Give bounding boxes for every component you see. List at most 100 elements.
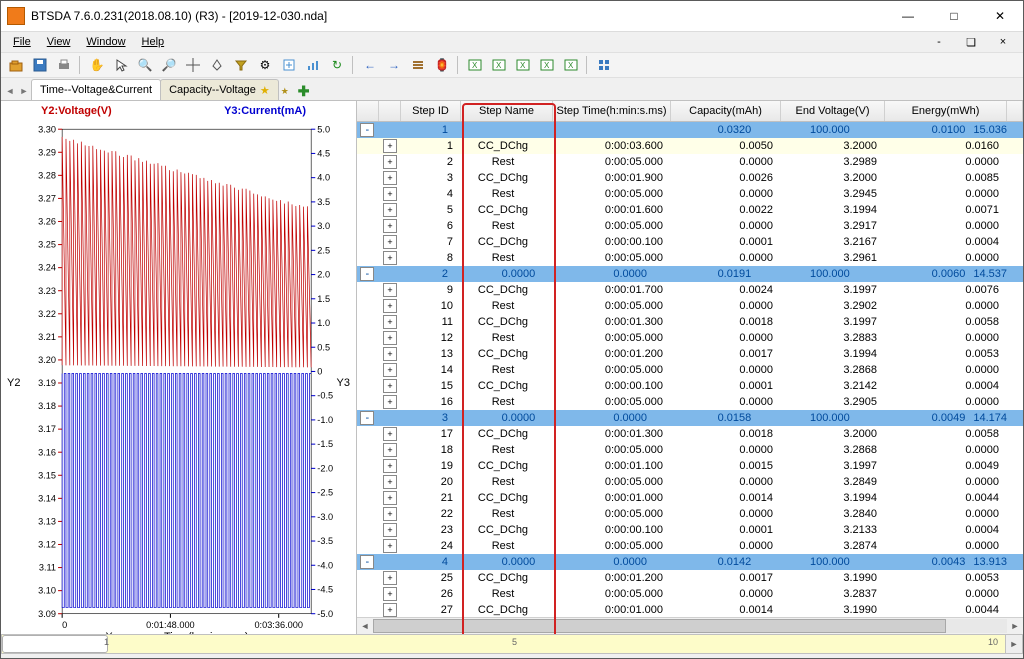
table-row[interactable]: +14Rest0:00:05.0000.00003.28680.0000 bbox=[357, 362, 1023, 378]
scroll-track[interactable] bbox=[373, 619, 1007, 633]
tb-marker-icon[interactable] bbox=[206, 54, 228, 76]
tb-grid-icon[interactable] bbox=[593, 54, 615, 76]
table-row[interactable]: +9CC_DChg0:00:01.7000.00243.19970.0076 bbox=[357, 282, 1023, 298]
menu-window[interactable]: Window bbox=[80, 34, 131, 50]
expand-icon[interactable]: + bbox=[383, 443, 397, 457]
table-row[interactable]: +10Rest0:00:05.0000.00003.29020.0000 bbox=[357, 298, 1023, 314]
table-row[interactable]: +5CC_DChg0:00:01.6000.00223.19940.0071 bbox=[357, 202, 1023, 218]
expand-icon[interactable]: + bbox=[383, 507, 397, 521]
expand-icon[interactable]: + bbox=[383, 587, 397, 601]
tb-back-icon[interactable]: ← bbox=[359, 54, 381, 76]
expand-icon[interactable]: + bbox=[383, 219, 397, 233]
table-row[interactable]: +13CC_DChg0:00:01.2000.00173.19940.0053 bbox=[357, 346, 1023, 362]
col-steptime[interactable]: Step Time(h:min:s.ms) bbox=[553, 101, 671, 121]
mdi-minimize-button[interactable]: - bbox=[925, 34, 953, 51]
ruler-scrollbar[interactable]: 1 5 10 ► bbox=[1, 634, 1023, 654]
collapse-icon[interactable]: - bbox=[360, 123, 374, 137]
tb-pointer-icon[interactable] bbox=[110, 54, 132, 76]
table-row[interactable]: +24Rest0:00:05.0000.00003.28740.0000 bbox=[357, 538, 1023, 554]
expand-icon[interactable]: + bbox=[383, 187, 397, 201]
tb-export-icon[interactable] bbox=[278, 54, 300, 76]
col-stepid[interactable]: Step ID bbox=[401, 101, 461, 121]
expand-icon[interactable]: + bbox=[383, 347, 397, 361]
tab-time-voltage-current[interactable]: Time--Voltage&Current bbox=[31, 79, 161, 100]
table-row[interactable]: +23CC_DChg0:00:00.1000.00013.21330.0004 bbox=[357, 522, 1023, 538]
scroll-thumb[interactable] bbox=[373, 619, 946, 633]
table-row[interactable]: +15CC_DChg0:00:00.1000.00013.21420.0004 bbox=[357, 378, 1023, 394]
chart-area[interactable]: Y2 Y3 3.303.293.283.273.263.253.243.233.… bbox=[5, 121, 352, 634]
grid-hscrollbar[interactable]: ◄ ► bbox=[357, 617, 1023, 634]
table-row[interactable]: -30.00000.00000.0158100.0000.004914.174 bbox=[357, 410, 1023, 426]
tb-open-icon[interactable] bbox=[5, 54, 27, 76]
table-row[interactable]: +21CC_DChg0:00:01.0000.00143.19940.0044 bbox=[357, 490, 1023, 506]
ruler-thumb[interactable] bbox=[2, 635, 108, 653]
collapse-icon[interactable]: - bbox=[360, 555, 374, 569]
expand-icon[interactable]: + bbox=[383, 235, 397, 249]
expand-icon[interactable]: + bbox=[383, 475, 397, 489]
expand-icon[interactable]: + bbox=[383, 203, 397, 217]
menu-view[interactable]: View bbox=[41, 34, 77, 50]
table-row[interactable]: -10.0320100.0000.010015.036 bbox=[357, 122, 1023, 138]
tb-excel3-icon[interactable]: X bbox=[512, 54, 534, 76]
table-row[interactable]: +19CC_DChg0:00:01.1000.00153.19970.0049 bbox=[357, 458, 1023, 474]
table-row[interactable]: +7CC_DChg0:00:00.1000.00013.21670.0004 bbox=[357, 234, 1023, 250]
tb-cross-icon[interactable] bbox=[182, 54, 204, 76]
expand-icon[interactable]: + bbox=[383, 283, 397, 297]
expand-icon[interactable]: + bbox=[383, 539, 397, 553]
tb-zoom-out-icon[interactable]: 🔎 bbox=[158, 54, 180, 76]
expand-icon[interactable]: + bbox=[383, 315, 397, 329]
tab-scroll-left[interactable]: ◄ bbox=[3, 82, 17, 100]
expand-icon[interactable]: + bbox=[383, 603, 397, 617]
minimize-button[interactable]: ― bbox=[885, 1, 931, 31]
tb-excel1-icon[interactable]: X bbox=[464, 54, 486, 76]
expand-icon[interactable]: + bbox=[383, 363, 397, 377]
tab-scroll-right[interactable]: ► bbox=[17, 82, 31, 100]
tb-zoom-in-icon[interactable]: 🔍 bbox=[134, 54, 156, 76]
tb-excel2-icon[interactable]: X bbox=[488, 54, 510, 76]
col-energy[interactable]: Energy(mWh) bbox=[885, 101, 1007, 121]
menu-file[interactable]: File bbox=[7, 34, 37, 50]
col-capacity[interactable]: Capacity(mAh) bbox=[671, 101, 781, 121]
expand-icon[interactable]: + bbox=[383, 459, 397, 473]
expand-icon[interactable]: + bbox=[383, 155, 397, 169]
expand-icon[interactable]: + bbox=[383, 299, 397, 313]
tab-capacity-voltage[interactable]: Capacity--Voltage★ bbox=[160, 79, 279, 100]
expand-icon[interactable]: + bbox=[383, 427, 397, 441]
tb-save-icon[interactable] bbox=[29, 54, 51, 76]
expand-icon[interactable]: + bbox=[383, 379, 397, 393]
tab-add-button[interactable]: ✚ bbox=[298, 83, 310, 100]
tb-print-icon[interactable] bbox=[53, 54, 75, 76]
table-row[interactable]: -20.00000.00000.0191100.0000.006014.537 bbox=[357, 266, 1023, 282]
expand-icon[interactable]: + bbox=[383, 171, 397, 185]
table-row[interactable]: +26Rest0:00:05.0000.00003.28370.0000 bbox=[357, 586, 1023, 602]
tb-excel4-icon[interactable]: X bbox=[536, 54, 558, 76]
col-stepname[interactable]: Step Name bbox=[461, 101, 553, 121]
table-row[interactable]: +6Rest0:00:05.0000.00003.29170.0000 bbox=[357, 218, 1023, 234]
table-row[interactable]: +16Rest0:00:05.0000.00003.29050.0000 bbox=[357, 394, 1023, 410]
collapse-icon[interactable]: - bbox=[360, 267, 374, 281]
tb-filter-icon[interactable] bbox=[230, 54, 252, 76]
menu-help[interactable]: Help bbox=[136, 34, 171, 50]
table-row[interactable]: +11CC_DChg0:00:01.3000.00183.19970.0058 bbox=[357, 314, 1023, 330]
mdi-restore-button[interactable]: ❏ bbox=[957, 34, 985, 51]
table-row[interactable]: +27CC_DChg0:00:01.0000.00143.19900.0044 bbox=[357, 602, 1023, 617]
table-row[interactable]: +2Rest0:00:05.0000.00003.29890.0000 bbox=[357, 154, 1023, 170]
table-row[interactable]: +4Rest0:00:05.0000.00003.29450.0000 bbox=[357, 186, 1023, 202]
tb-settings-icon[interactable]: ⚙ bbox=[254, 54, 276, 76]
expand-icon[interactable]: + bbox=[383, 139, 397, 153]
tb-chart-icon[interactable] bbox=[302, 54, 324, 76]
scroll-left-icon[interactable]: ◄ bbox=[357, 621, 373, 631]
scroll-right-icon[interactable]: ► bbox=[1007, 621, 1023, 631]
tb-excel5-icon[interactable]: X bbox=[560, 54, 582, 76]
table-row[interactable]: +17CC_DChg0:00:01.3000.00183.20000.0058 bbox=[357, 426, 1023, 442]
maximize-button[interactable]: □ bbox=[931, 1, 977, 31]
tb-pin-icon[interactable]: 🏮 bbox=[431, 54, 453, 76]
close-button[interactable]: ✕ bbox=[977, 1, 1023, 31]
expand-icon[interactable]: + bbox=[383, 523, 397, 537]
mdi-close-button[interactable]: × bbox=[989, 34, 1017, 51]
expand-icon[interactable]: + bbox=[383, 571, 397, 585]
col-endvoltage[interactable]: End Voltage(V) bbox=[781, 101, 885, 121]
table-row[interactable]: +1CC_DChg0:00:03.6000.00503.20000.0160 bbox=[357, 138, 1023, 154]
table-row[interactable]: +8Rest0:00:05.0000.00003.29610.0000 bbox=[357, 250, 1023, 266]
table-row[interactable]: +22Rest0:00:05.0000.00003.28400.0000 bbox=[357, 506, 1023, 522]
